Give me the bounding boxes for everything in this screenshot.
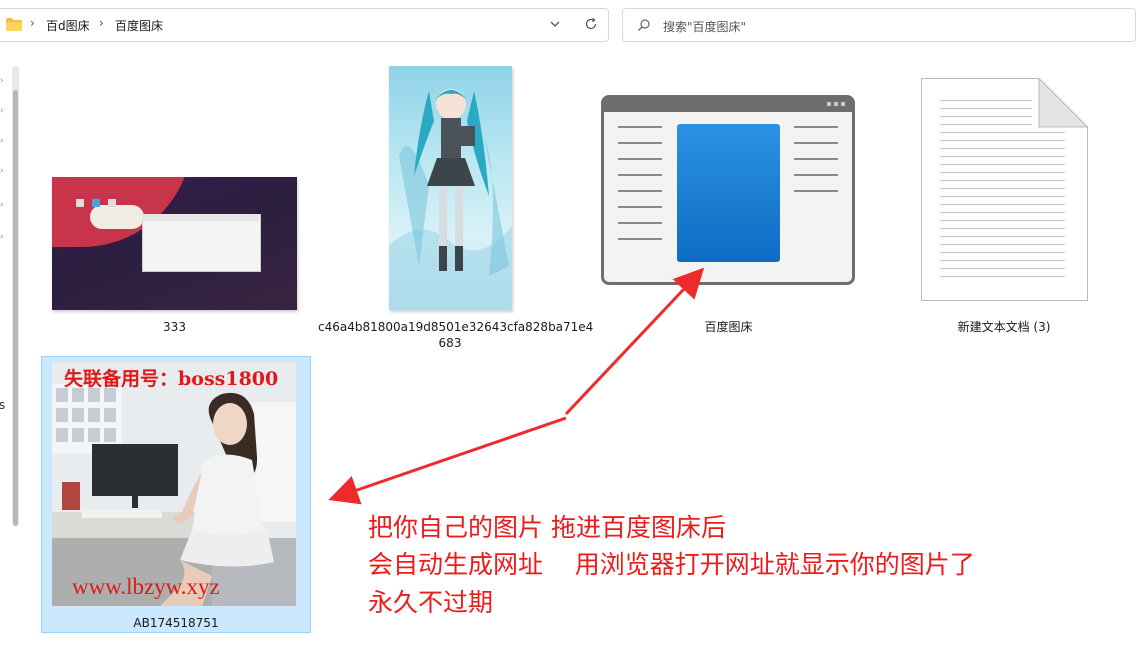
annotation-line-2: 会自动生成网址 用浏览器打开网址就显示你的图片了 <box>368 550 975 579</box>
arrow-to-app <box>564 267 705 416</box>
annotation-line-3: 永久不过期 <box>368 588 494 617</box>
arrow-to-photo <box>328 416 567 505</box>
annotation-line-1: 把你自己的图片 拖进百度图床后 <box>368 513 726 542</box>
